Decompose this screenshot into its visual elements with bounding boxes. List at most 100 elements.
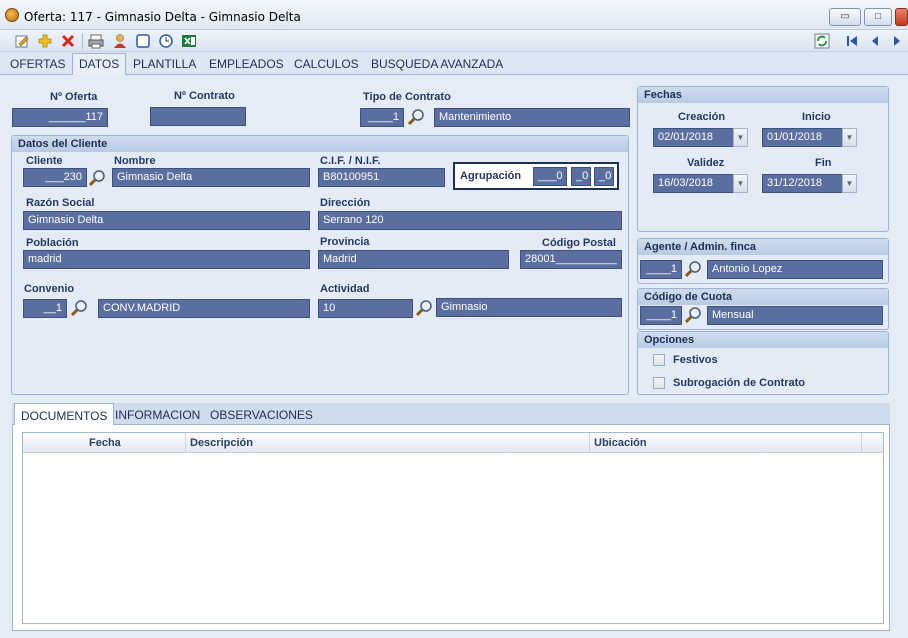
user-icon[interactable] [112, 33, 128, 49]
subrogacion-checkbox[interactable] [653, 377, 665, 389]
tab-busqueda-avanzada[interactable]: BUSQUEDA AVANZADA [371, 57, 503, 71]
tab-observaciones[interactable]: OBSERVACIONES [210, 408, 313, 422]
agente-group-title: Agente / Admin. finca [638, 239, 888, 255]
creacion-date-field[interactable]: 02/01/2018 [653, 128, 734, 147]
tab-plantilla[interactable]: PLANTILLA [133, 57, 196, 71]
first-icon[interactable] [844, 33, 860, 49]
add-icon[interactable] [37, 33, 53, 49]
fin-date-field[interactable]: 31/12/2018 [762, 174, 843, 193]
tab-ofertas[interactable]: OFERTAS [10, 57, 66, 71]
column-descripcion[interactable]: Descripción [186, 433, 590, 453]
agrupacion-field-1[interactable]: ___0 [533, 167, 567, 186]
razon-social-label: Razón Social [26, 197, 95, 209]
inicio-dropdown-icon[interactable]: ▼ [842, 128, 857, 147]
creacion-label: Creación [678, 111, 726, 123]
agente-field[interactable]: Antonio Lopez [707, 260, 883, 279]
festivos-checkbox[interactable] [653, 354, 665, 366]
agente-code-field[interactable]: ____1 [640, 260, 682, 279]
excel-icon[interactable] [181, 33, 197, 49]
agrupacion-field-2[interactable]: _0 [571, 167, 591, 186]
cliente-code-field[interactable]: ___230 [23, 168, 87, 187]
convenio-label: Convenio [24, 283, 75, 295]
column-ubicacion[interactable]: Ubicación [590, 433, 862, 453]
agente-search-icon[interactable] [684, 260, 703, 278]
clock-icon[interactable] [158, 33, 174, 49]
opciones-group-title: Opciones [638, 332, 888, 348]
main-tabs: OFERTAS DATOS PLANTILLA EMPLEADOS CALCUL… [0, 53, 908, 75]
razon-social-field[interactable]: Gimnasio Delta [23, 211, 310, 230]
oferta-field[interactable]: ______117 [12, 108, 108, 127]
cliente-search-icon[interactable] [88, 169, 107, 187]
direccion-label: Dirección [320, 197, 371, 209]
title-bar: Oferta: 117 - Gimnasio Delta - Gimnasio … [0, 0, 908, 30]
actividad-code-field[interactable]: 10 [318, 299, 413, 318]
tab-informacion[interactable]: INFORMACION [115, 408, 200, 422]
bottom-tabs: DOCUMENTOS INFORMACION OBSERVACIONES [12, 403, 890, 426]
window-title: Oferta: 117 - Gimnasio Delta - Gimnasio … [24, 10, 301, 24]
codigo-postal-field[interactable]: 28001__________ [520, 250, 622, 269]
provincia-label: Provincia [320, 236, 370, 248]
provincia-field[interactable]: Madrid [318, 250, 509, 269]
poblacion-field[interactable]: madrid [23, 250, 310, 269]
close-button[interactable] [895, 8, 908, 26]
tab-empleados[interactable]: EMPLEADOS [209, 57, 284, 71]
window-icon[interactable] [135, 33, 151, 49]
cuota-search-icon[interactable] [684, 306, 703, 324]
edit-icon[interactable] [14, 33, 30, 49]
inicio-label: Inicio [802, 111, 831, 123]
nombre-label: Nombre [114, 155, 156, 167]
cuota-group-title: Código de Cuota [638, 289, 888, 305]
tipo-search-icon[interactable] [407, 108, 426, 126]
codigo-postal-label: Código Postal [542, 237, 616, 249]
column-fecha[interactable]: Fecha [23, 433, 186, 453]
fechas-group: Fechas [637, 86, 889, 232]
tab-datos[interactable]: DATOS [72, 53, 127, 75]
contrato-label: Nº Contrato [174, 90, 235, 102]
toolbar [0, 30, 908, 52]
agrupacion-label: Agrupación [460, 170, 522, 182]
documentos-grid: Fecha Descripción Ubicación [22, 432, 884, 624]
creacion-dropdown-icon[interactable]: ▼ [733, 128, 748, 147]
nombre-field[interactable]: Gimnasio Delta [112, 168, 310, 187]
cuota-code-field[interactable]: ____1 [640, 306, 682, 325]
validez-label: Validez [687, 157, 725, 169]
print-icon[interactable] [88, 33, 104, 49]
subrogacion-label: Subrogación de Contrato [673, 377, 805, 389]
next-icon[interactable] [889, 33, 905, 49]
validez-dropdown-icon[interactable]: ▼ [733, 174, 748, 193]
tipo-contrato-code[interactable]: ____1 [360, 108, 404, 127]
agrupacion-field-3[interactable]: _0 [594, 167, 614, 186]
app-icon [5, 8, 19, 22]
convenio-search-icon[interactable] [70, 299, 89, 317]
prev-icon[interactable] [867, 33, 883, 49]
cliente-label: Cliente [26, 155, 63, 167]
inicio-date-field[interactable]: 01/01/2018 [762, 128, 843, 147]
grid-header: Fecha Descripción Ubicación [23, 433, 883, 453]
tipo-contrato-label: Tipo de Contrato [363, 91, 451, 103]
cuota-field[interactable]: Mensual [707, 306, 883, 325]
delete-icon[interactable] [60, 33, 76, 49]
oferta-label: Nº Oferta [50, 91, 98, 103]
actividad-label: Actividad [320, 283, 370, 295]
convenio-code-field[interactable]: __1 [23, 299, 67, 318]
direccion-field[interactable]: Serrano 120 [318, 211, 622, 230]
fechas-group-title: Fechas [638, 87, 888, 103]
cif-label: C.I.F. / N.I.F. [320, 155, 381, 167]
festivos-label: Festivos [673, 354, 718, 366]
actividad-field[interactable]: Gimnasio [436, 298, 622, 317]
tab-documentos[interactable]: DOCUMENTOS [14, 403, 115, 426]
agrupacion-box: Agrupación ___0 _0 _0 [453, 162, 619, 190]
fin-label: Fin [815, 157, 832, 169]
minimize-button[interactable]: ▭ [829, 8, 861, 26]
contrato-field[interactable] [150, 107, 246, 126]
maximize-button[interactable]: □ [864, 8, 892, 26]
tipo-contrato-field[interactable]: Mantenimiento [434, 108, 630, 127]
actividad-search-icon[interactable] [415, 299, 434, 317]
validez-date-field[interactable]: 16/03/2018 [653, 174, 734, 193]
fin-dropdown-icon[interactable]: ▼ [842, 174, 857, 193]
poblacion-label: Población [26, 237, 79, 249]
convenio-field[interactable]: CONV.MADRID [98, 299, 310, 318]
cif-field[interactable]: B80100951 [318, 168, 445, 187]
tab-calculos[interactable]: CALCULOS [294, 57, 359, 71]
refresh-icon[interactable] [814, 33, 830, 49]
